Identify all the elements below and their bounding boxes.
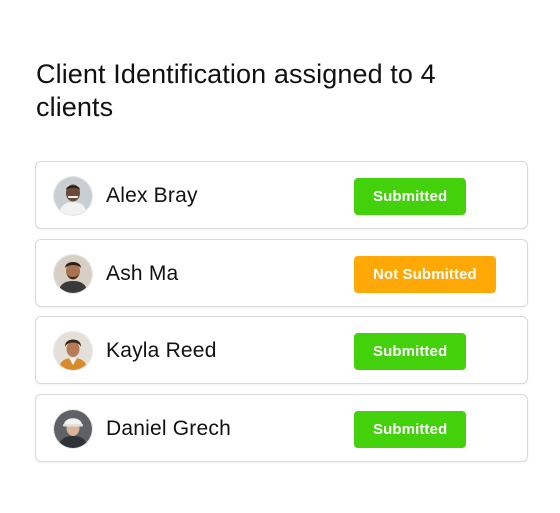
page-title: Client Identification assigned to 4 clie… — [36, 59, 436, 122]
client-row-daniel-grech[interactable]: Daniel Grech Submitted — [35, 393, 528, 462]
status-badge: Submitted — [354, 178, 467, 215]
client-row-alex-bray[interactable]: Alex Bray Submitted — [35, 161, 528, 229]
client-row-kayla-reed[interactable]: Kayla Reed Submitted — [35, 316, 528, 384]
avatar — [54, 409, 92, 448]
person-photo-icon — [54, 409, 92, 448]
client-row-ash-ma[interactable]: Ash Ma Not Submitted — [35, 238, 528, 307]
avatar — [54, 332, 92, 370]
person-photo-icon — [54, 332, 92, 370]
status-badge: Not Submitted — [354, 255, 496, 293]
client-name: Ash Ma — [106, 261, 179, 285]
person-photo-icon — [54, 254, 92, 293]
client-name: Kayla Reed — [106, 339, 217, 362]
client-name: Alex Bray — [106, 184, 198, 207]
status-badge: Submitted — [354, 333, 467, 370]
client-name: Daniel Grech — [106, 416, 231, 440]
person-photo-icon — [54, 177, 92, 215]
client-list: Alex Bray Submitted Ash Ma Not Submitted — [35, 161, 528, 471]
status-badge: Submitted — [354, 410, 467, 448]
avatar — [54, 254, 92, 293]
avatar — [54, 177, 92, 215]
